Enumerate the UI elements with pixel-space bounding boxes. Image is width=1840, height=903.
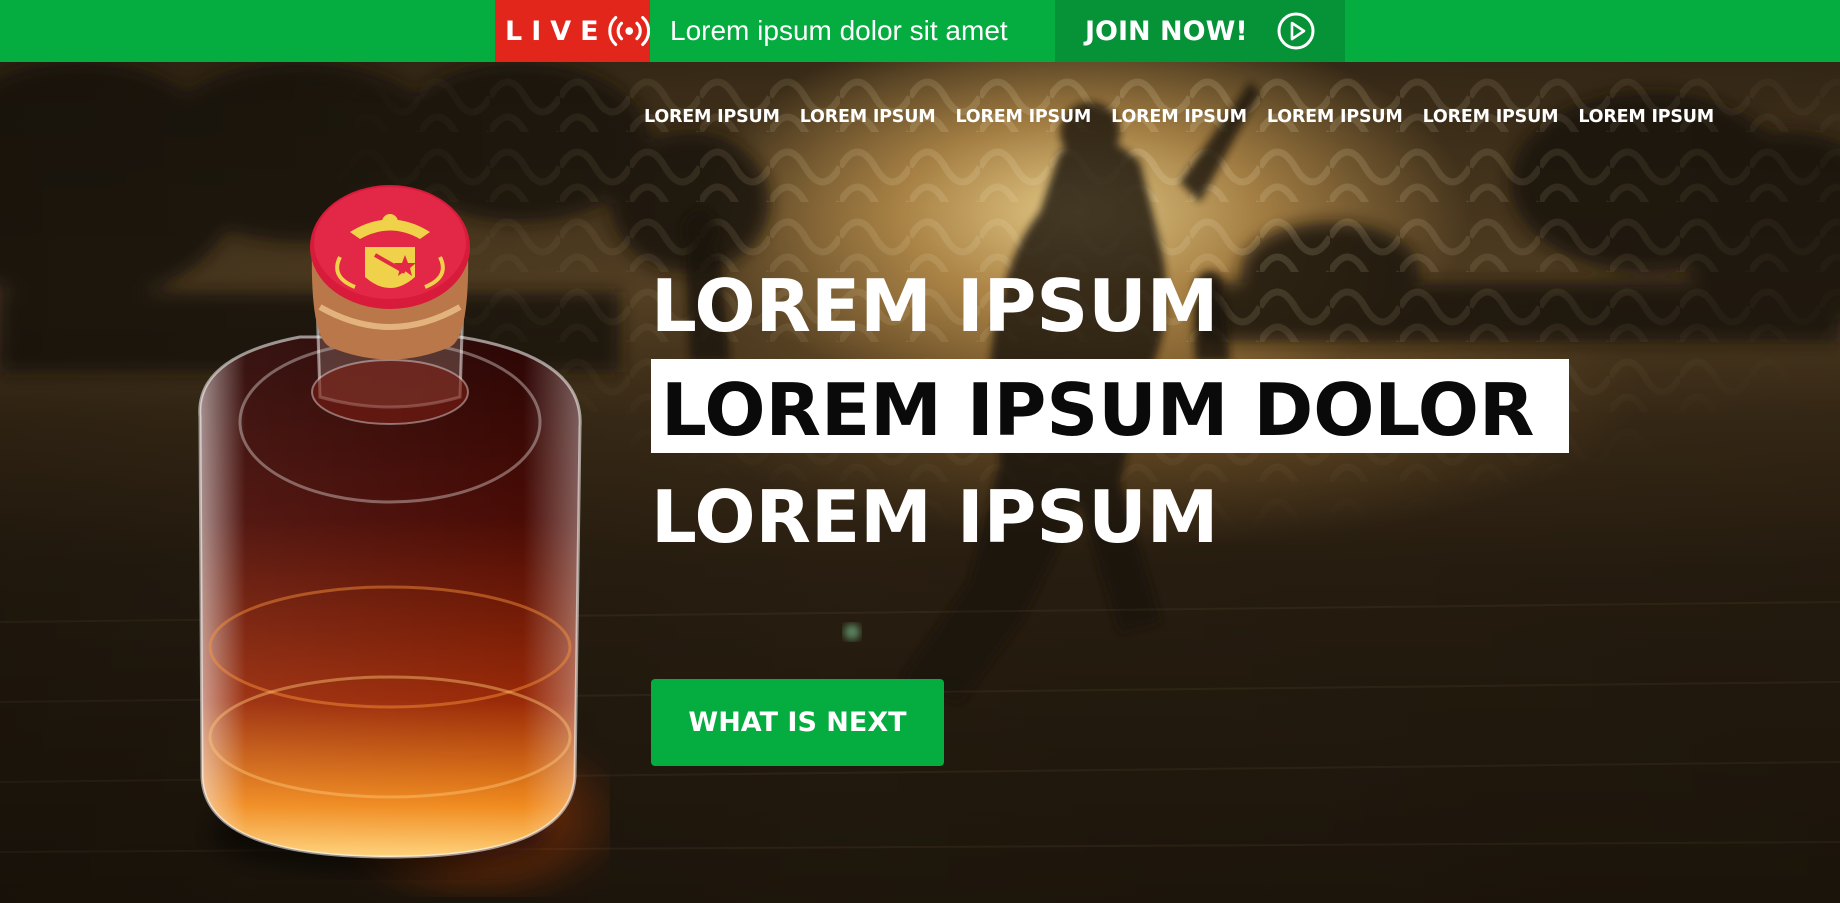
headline-line-1: LOREM IPSUM	[651, 264, 1219, 348]
broadcast-icon	[607, 15, 650, 47]
cta-label: WHAT IS NEXT	[688, 707, 907, 738]
what-is-next-button[interactable]: WHAT IS NEXT	[651, 679, 944, 766]
nav-item-2[interactable]: LOREM IPSUM	[800, 107, 936, 127]
nav-item-7[interactable]: LOREM IPSUM	[1578, 107, 1714, 127]
nav-item-1[interactable]: LOREM IPSUM	[644, 107, 780, 127]
headline-line-2: LOREM IPSUM DOLOR	[661, 368, 1535, 452]
live-badge: LIVE	[495, 0, 650, 62]
join-now-label: JOIN NOW!	[1085, 15, 1248, 47]
nav-item-6[interactable]: LOREM IPSUM	[1423, 107, 1559, 127]
main-nav: LOREM IPSUM LOREM IPSUM LOREM IPSUM LORE…	[644, 107, 1714, 127]
hero-section: LOREM IPSUM LOREM IPSUM LOREM IPSUM LORE…	[0, 62, 1840, 903]
top-banner: LIVE Lorem ipsum dolor sit amet JOIN NOW…	[0, 0, 1840, 62]
bottle-image	[198, 185, 610, 897]
live-label: LIVE	[505, 15, 608, 47]
play-circle-icon	[1277, 12, 1315, 50]
headline-line-3: LOREM IPSUM	[651, 475, 1219, 559]
nav-item-5[interactable]: LOREM IPSUM	[1267, 107, 1403, 127]
nav-item-4[interactable]: LOREM IPSUM	[1111, 107, 1247, 127]
join-now-button[interactable]: JOIN NOW!	[1055, 0, 1345, 62]
promo-text: Lorem ipsum dolor sit amet	[670, 15, 1008, 46]
nav-item-3[interactable]: LOREM IPSUM	[955, 107, 1091, 127]
